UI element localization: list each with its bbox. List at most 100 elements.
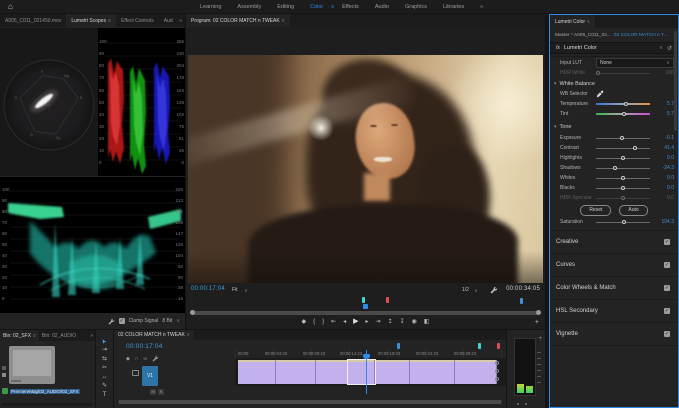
- section-curves[interactable]: Curves ✓: [550, 254, 678, 277]
- selection-tool[interactable]: ➤: [101, 337, 109, 344]
- tab-effect-controls[interactable]: Effect Controls: [116, 14, 159, 27]
- hdr-specular-value[interactable]: 0.0: [654, 195, 674, 201]
- more-panel-tabs-icon[interactable]: »: [179, 18, 182, 24]
- blacks-handle[interactable]: [621, 186, 625, 190]
- program-playhead-grip[interactable]: [363, 304, 368, 309]
- timeline-clip[interactable]: [316, 360, 348, 384]
- clamp-signal-checkbox[interactable]: ✓: [119, 318, 125, 324]
- solo-button[interactable]: S: [158, 389, 164, 395]
- icon-view-icon[interactable]: [2, 373, 6, 377]
- workspace-assembly[interactable]: Assembly: [237, 4, 261, 10]
- auto-button[interactable]: Auto: [619, 205, 647, 216]
- temperature-value[interactable]: 5.7: [654, 101, 674, 107]
- reset-button[interactable]: Reset: [580, 205, 611, 216]
- scopes-settings-wrench-icon[interactable]: [108, 318, 115, 325]
- section-hsl-secondary[interactable]: HSL Secondary ✓: [550, 300, 678, 323]
- comparison-view-button[interactable]: ◧: [424, 319, 430, 325]
- add-marker-timeline-button[interactable]: ◆: [126, 356, 130, 362]
- shadows-slider[interactable]: [596, 168, 650, 169]
- program-current-timecode[interactable]: 00:00:17:04: [191, 286, 225, 292]
- hdr-white-value[interactable]: 100: [654, 70, 674, 76]
- tab-sequence[interactable]: 02 COLOR MATCH n TWEAK ≡: [114, 330, 194, 340]
- hdr-white-slider[interactable]: [596, 73, 650, 74]
- workspace-libraries[interactable]: Libraries: [443, 4, 464, 10]
- mark-out-button[interactable]: }: [322, 319, 324, 325]
- type-tool[interactable]: T: [103, 392, 107, 398]
- bin-panel-menu-icon[interactable]: ≡: [33, 333, 36, 339]
- slip-tool[interactable]: ↔: [102, 374, 108, 380]
- timeline-clip[interactable]: [410, 360, 455, 384]
- meter-plus-icon[interactable]: +: [538, 336, 542, 342]
- timeline-playhead-grip[interactable]: [363, 354, 370, 359]
- linked-selection-toggle[interactable]: ∞: [143, 356, 147, 362]
- bin-scrollbar[interactable]: [2, 403, 92, 406]
- effect-caret-icon[interactable]: ∨: [659, 45, 663, 51]
- highlights-slider[interactable]: [596, 158, 650, 159]
- home-icon[interactable]: ⌂: [8, 2, 13, 11]
- highlights-handle[interactable]: [621, 156, 625, 160]
- timeline-current-timecode[interactable]: 00:00:17:04: [126, 343, 163, 350]
- temperature-handle[interactable]: [624, 102, 628, 106]
- track-toggle-icon[interactable]: [495, 377, 499, 381]
- effect-name-label[interactable]: Lumetri Color: [564, 45, 597, 51]
- program-settings-wrench-icon[interactable]: [490, 286, 498, 294]
- pen-tool[interactable]: ✎: [102, 383, 107, 389]
- program-mini-timeline[interactable]: [186, 296, 545, 310]
- highlights-value[interactable]: 0.0: [654, 155, 674, 161]
- tab-lumetri-scopes[interactable]: Lumetri Scopes ≡: [66, 14, 116, 27]
- contrast-value[interactable]: 41.4: [654, 145, 674, 151]
- workspace-editing[interactable]: Editing: [277, 4, 294, 10]
- tab-lumetri-color[interactable]: Lumetri Color ≡: [550, 15, 595, 28]
- bit-depth-dropdown[interactable]: 8 Bit: [162, 318, 172, 324]
- lift-button[interactable]: ↥: [388, 319, 393, 325]
- shadows-value[interactable]: -24.3: [654, 165, 674, 171]
- track-lock-icon[interactable]: [132, 370, 139, 376]
- contrast-handle[interactable]: [633, 146, 637, 150]
- section-color-wheels[interactable]: Color Wheels & Match ✓: [550, 277, 678, 300]
- mark-in-button[interactable]: {: [313, 319, 315, 325]
- contrast-slider[interactable]: [596, 148, 650, 149]
- program-marker-blue[interactable]: [520, 298, 523, 304]
- mute-button[interactable]: M: [150, 389, 156, 395]
- track-target-v1[interactable]: V1: [142, 366, 158, 386]
- fit-dropdown[interactable]: Fit: [232, 287, 238, 293]
- temperature-slider[interactable]: [596, 103, 650, 105]
- sequence-marker-red[interactable]: [497, 343, 500, 349]
- section-creative[interactable]: Creative ✓: [550, 231, 678, 254]
- timeline-scrollbar[interactable]: [117, 400, 503, 404]
- workspace-graphics[interactable]: Graphics: [405, 4, 427, 10]
- program-marker-red[interactable]: [386, 297, 389, 303]
- timeline-settings-wrench-icon[interactable]: [152, 355, 159, 362]
- shadows-handle[interactable]: [613, 166, 617, 170]
- saturation-slider[interactable]: [596, 222, 650, 223]
- whites-slider[interactable]: [596, 178, 650, 179]
- extract-button[interactable]: ↧: [400, 319, 405, 325]
- bin-selected-row[interactable]: PremiereMag\02_AUDIO\02_SFX: [2, 388, 80, 394]
- master-clip-label[interactable]: Master * A005_C011_02...: [555, 33, 611, 38]
- exposure-value[interactable]: -0.1: [654, 135, 674, 141]
- razor-tool[interactable]: ✂: [102, 365, 107, 371]
- saturation-handle[interactable]: [622, 220, 626, 224]
- step-back-button[interactable]: ◂: [343, 319, 346, 325]
- tab-source-clip[interactable]: A005_C011_021450.mov: [0, 14, 66, 27]
- list-view-icon[interactable]: [2, 366, 6, 370]
- workspace-effects[interactable]: Effects: [342, 4, 359, 10]
- workspace-color-menu-icon[interactable]: ≡: [331, 4, 334, 10]
- go-to-in-button[interactable]: ⇤: [331, 319, 336, 325]
- tab-bin-sfx[interactable]: Bin: 02_SFX ≡: [0, 330, 39, 341]
- tone-header[interactable]: ▾ Tone: [550, 121, 678, 133]
- step-forward-button[interactable]: ▸: [366, 319, 369, 325]
- tint-value[interactable]: 5.7: [654, 111, 674, 117]
- play-button[interactable]: ▶: [353, 318, 358, 325]
- hdr-specular-handle[interactable]: [621, 196, 625, 200]
- more-workspaces-icon[interactable]: »: [480, 4, 483, 10]
- hsl-secondary-checkbox[interactable]: ✓: [664, 308, 670, 314]
- workspace-color[interactable]: Color: [310, 4, 323, 10]
- timeline-clip[interactable]: [455, 360, 497, 384]
- clip-thumbnail[interactable]: [9, 346, 55, 384]
- workspace-audio[interactable]: Audio: [375, 4, 389, 10]
- video-track-v1[interactable]: [235, 358, 506, 386]
- sequence-marker-cyan[interactable]: [478, 343, 481, 349]
- vignette-checkbox[interactable]: ✓: [664, 331, 670, 337]
- blacks-value[interactable]: 0.0: [654, 185, 674, 191]
